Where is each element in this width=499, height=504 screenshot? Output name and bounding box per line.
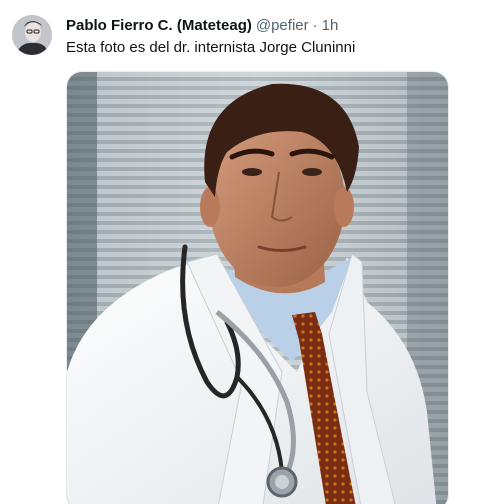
- tweet-header: Pablo Fierro C. (Mateteag) @pefier · 1h: [66, 16, 338, 36]
- author-avatar[interactable]: [12, 15, 52, 55]
- avatar-image: [12, 15, 52, 55]
- author-display-name[interactable]: Pablo Fierro C. (Mateteag): [66, 16, 252, 36]
- tweet[interactable]: Pablo Fierro C. (Mateteag) @pefier · 1h …: [0, 0, 499, 504]
- doctor-photo-image: [67, 72, 448, 504]
- tweet-photo[interactable]: [66, 71, 449, 504]
- author-handle[interactable]: @pefier: [256, 16, 309, 36]
- tweet-timestamp[interactable]: 1h: [322, 16, 339, 36]
- tweet-text: Esta foto es del dr. internista Jorge Cl…: [66, 39, 356, 56]
- separator-dot: ·: [312, 17, 318, 34]
